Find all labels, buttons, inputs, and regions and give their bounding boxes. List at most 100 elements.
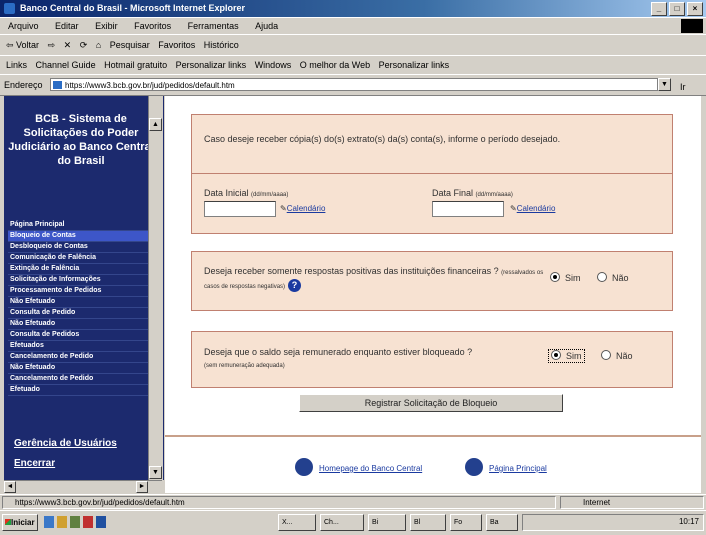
sidebar-item-cancelamento[interactable]: Cancelamento de Pedido [8,352,150,363]
address-bar: Endereço https://www3.bcb.gov.br/jud/ped… [0,74,706,96]
ie-icon [4,3,15,14]
task-4[interactable]: Bl [410,514,446,531]
bcb-homepage-link[interactable]: Homepage do Banco Central [295,458,422,476]
end-calendar-link[interactable]: ✎Calendário [510,204,555,213]
sidebar-item-cancelamento-efetuado-2[interactable]: Efetuado [8,385,150,396]
go-button[interactable]: Ir [680,77,686,95]
sidebar: BCB - Sistema de Solicitações do Poder J… [4,96,164,480]
remuneration-question: Deseja que o saldo seja remunerado enqua… [204,347,473,369]
help-icon[interactable]: ? [288,279,302,292]
main-page-link[interactable]: Página Principal [465,458,547,476]
remuneration-yes-radio[interactable]: Sim [548,349,585,363]
sidebar-scrollbar[interactable]: ▲ ▼ [148,96,163,480]
menu-arquivo[interactable]: Arquivo [8,21,39,31]
toolbar: ⇦ Voltar ⇨ ✕ ⟳ ⌂ Pesquisar Favoritos His… [0,34,706,56]
exit-link[interactable]: Encerrar [8,458,55,469]
quick-launch [44,516,106,528]
sidebar-item-extincao-falencia[interactable]: Extinção de Falência [8,264,150,275]
forward-button[interactable]: ⇨ [48,40,56,50]
menu-favoritos[interactable]: Favoritos [134,21,171,31]
bcb-home-icon [295,458,313,476]
positive-answers-question: Deseja receber somente respostas positiv… [204,266,544,292]
panel-divider [192,173,672,174]
sidebar-item-processamento[interactable]: Processamento de Pedidos [8,286,150,297]
maximize-button[interactable]: □ [669,2,685,16]
links-label: Links [6,60,28,70]
start-date-input[interactable] [204,201,276,217]
footer-divider [165,435,701,437]
task-6[interactable]: Ba [486,514,518,531]
refresh-button[interactable]: ⟳ [80,40,88,50]
register-request-button[interactable]: Registrar Solicitação de Bloqueio [299,394,563,412]
stop-button[interactable]: ✕ [64,40,72,50]
status-bar: https://www3.bcb.gov.br/jud/pedidos/defa… [0,494,706,511]
scroll-right-button[interactable]: ► [136,481,148,493]
start-calendar-link[interactable]: ✎Calendário [280,204,325,213]
links-bar: Links Channel Guide Hotmail gratuito Per… [0,55,706,75]
address-input[interactable]: https://www3.bcb.gov.br/jud/pedidos/defa… [50,78,658,91]
link-windows[interactable]: Windows [255,60,292,70]
back-button[interactable]: ⇦ Voltar [6,40,39,50]
sidebar-item-consulta-pedidos-2[interactable]: Efetuados [8,341,150,352]
history-button[interactable]: Histórico [204,40,239,50]
positive-yes-radio[interactable]: Sim [550,272,581,283]
clock: 10:17 [678,517,699,526]
link-channel-guide[interactable]: Channel Guide [36,60,96,70]
period-instructions: Caso deseje receber cópia(s) do(s) extra… [204,134,561,144]
sidebar-item-consulta-pedido[interactable]: Consulta de Pedido [8,308,150,319]
task-3[interactable]: Bi [368,514,406,531]
link-melhor-web[interactable]: O melhor da Web [300,60,370,70]
scroll-up-button[interactable]: ▲ [149,118,162,131]
address-dropdown[interactable]: ▼ [658,78,671,91]
users-link[interactable]: Gerência de Usuários [8,438,117,449]
minimize-button[interactable]: _ [651,2,667,16]
remuneration-panel: Deseja que o saldo seja remunerado enqua… [191,331,673,388]
link-hotmail[interactable]: Hotmail gratuito [104,60,167,70]
end-date-input[interactable] [432,201,504,217]
positive-answers-panel: Deseja receber somente respostas positiv… [191,251,673,311]
windows-logo [681,19,703,33]
scroll-down-button[interactable]: ▼ [149,466,162,479]
search-button[interactable]: Pesquisar [110,40,150,50]
positive-answers-options: Sim Não [550,272,629,283]
task-2[interactable]: Ch... [320,514,364,531]
sidebar-item-consulta-pedido-2[interactable]: Não Efetuado [8,319,150,330]
task-5[interactable]: Fo [450,514,482,531]
folder-launch-icon[interactable] [57,516,67,528]
menu-ajuda[interactable]: Ajuda [255,21,278,31]
address-url: https://www3.bcb.gov.br/jud/pedidos/defa… [65,81,235,90]
sidebar-item-solicitacao-informacoes[interactable]: Solicitação de Informações [8,275,150,286]
scroll-left-button[interactable]: ◄ [4,481,16,493]
close-button[interactable]: × [687,2,703,16]
sidebar-item-cancelamento-2[interactable]: Não Efetuado [8,363,150,374]
app2-launch-icon[interactable] [96,516,106,528]
app-launch-icon[interactable] [83,516,93,528]
sidebar-item-processamento-2[interactable]: Não Efetuado [8,297,150,308]
menu-bar: Arquivo Editar Exibir Favoritos Ferramen… [0,17,706,35]
menu-exibir[interactable]: Exibir [95,21,118,31]
menu-ferramentas[interactable]: Ferramentas [188,21,239,31]
sidebar-item-pagina-principal[interactable]: Página Principal [8,220,150,231]
sidebar-item-comunicacao-falencia[interactable]: Comunicação de Falência [8,253,150,264]
sidebar-hscrollbar[interactable]: ◄ ► [4,480,162,494]
sidebar-item-consulta-pedidos[interactable]: Consulta de Pedidos [8,330,150,341]
home-button[interactable]: ⌂ [96,40,101,50]
window-title-bar: Banco Central do Brasil - Microsoft Inte… [0,0,706,17]
sidebar-item-cancelamento-efetuado[interactable]: Cancelamento de Pedido [8,374,150,385]
start-date-label: Data Inicial (dd/mm/aaaa) [204,188,289,198]
sidebar-item-desbloqueio[interactable]: Desbloqueio de Contas [8,242,150,253]
favorites-button[interactable]: Favoritos [158,40,195,50]
sidebar-item-bloqueio[interactable]: Bloqueio de Contas [8,231,150,242]
remuneration-no-radio[interactable]: Não [601,350,633,361]
status-zone: Internet [560,496,704,509]
ie-launch-icon[interactable] [44,516,54,528]
main-content: Caso deseje receber cópia(s) do(s) extra… [165,96,701,493]
link-personalizar[interactable]: Personalizar links [176,60,247,70]
status-url: https://www3.bcb.gov.br/jud/pedidos/defa… [2,496,556,509]
desktop-launch-icon[interactable] [70,516,80,528]
menu-editar[interactable]: Editar [55,21,79,31]
task-1[interactable]: X... [278,514,316,531]
start-button[interactable]: Iniciar [2,514,38,531]
positive-no-radio[interactable]: Não [597,272,629,283]
link-personalizar-2[interactable]: Personalizar links [379,60,450,70]
